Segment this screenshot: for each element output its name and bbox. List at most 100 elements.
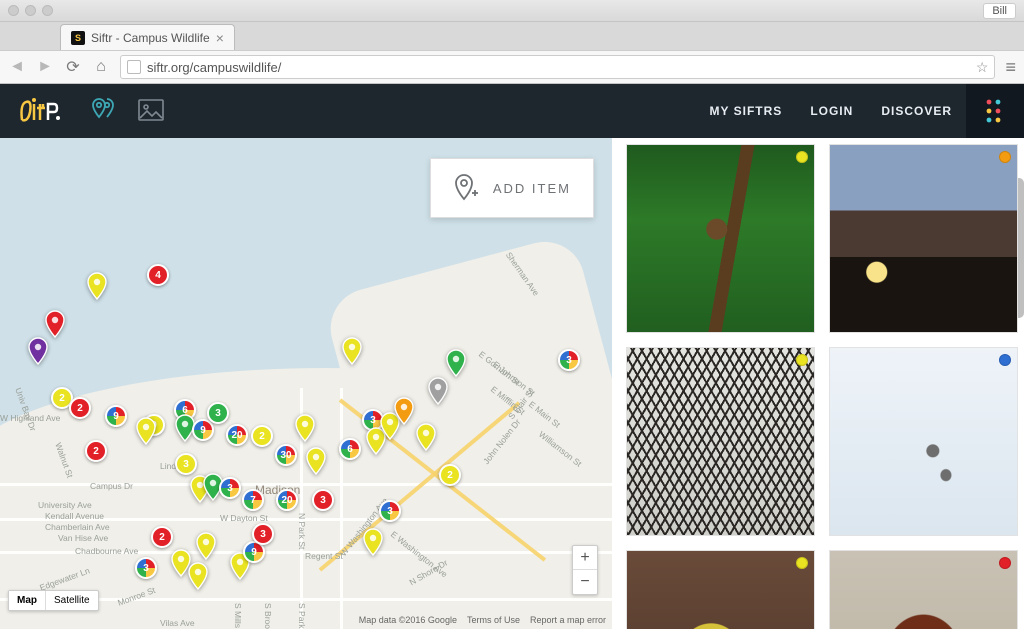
nav-discover[interactable]: DISCOVER [867,104,966,118]
map-cluster-marker[interactable]: 9 [192,419,214,441]
browser-tab[interactable]: S Siftr - Campus Wildlife × [60,24,235,50]
map-pin-marker[interactable] [305,447,327,475]
map-road [340,388,343,629]
map-cluster-marker[interactable]: 3 [207,402,229,424]
road-label: Vilas Ave [160,618,195,628]
map-pin-marker[interactable] [135,417,157,445]
tab-close-icon[interactable]: × [216,30,224,46]
road-label: N Park St [297,513,307,549]
map-cluster-marker[interactable]: 9 [105,405,127,427]
map-cluster-marker[interactable]: 2 [151,526,173,548]
add-item-label: ADD ITEM [493,181,571,196]
bookmark-icon[interactable]: ☆ [976,59,989,76]
map-cluster-marker[interactable]: 2 [85,440,107,462]
map-type-map[interactable]: Map [9,591,46,610]
map-cluster-marker[interactable]: 4 [147,264,169,286]
gallery-thumb-woolly-caterpillar[interactable] [829,550,1018,629]
map-pin-icon[interactable] [90,97,116,126]
road-label: W Dayton St [220,513,268,523]
map-cluster-marker[interactable]: 2 [251,425,273,447]
siftr-logo[interactable] [18,96,62,126]
profile-chip[interactable]: Bill [983,3,1016,19]
map-cluster-marker[interactable]: 2 [439,464,461,486]
map-cluster-marker[interactable]: 20 [226,424,248,446]
road-label: Chamberlain Ave [45,522,110,532]
map-pin-marker[interactable] [362,528,384,556]
header-nav: MY SIFTRS LOGIN DISCOVER [696,84,1024,138]
map-pin-marker[interactable] [187,562,209,590]
road-label: Regent St [305,551,343,561]
map-cluster-marker[interactable]: 3 [175,453,197,475]
gallery-thumb-hawk-on-branch[interactable] [626,144,815,333]
category-dot-icon [999,151,1011,163]
home-button[interactable]: ⌂ [92,58,110,76]
map-pane[interactable]: Madison Sherman Ave E Johnson St E Gorha… [0,138,612,629]
map-type-satellite[interactable]: Satellite [46,591,98,610]
gallery-grid [626,144,1018,629]
forward-button[interactable]: ► [36,58,54,76]
road-label: Chadbourne Ave [75,546,138,556]
maximize-window-icon[interactable] [42,5,53,16]
map-pin-marker[interactable] [445,349,467,377]
tab-title: Siftr - Campus Wildlife [91,31,210,45]
gallery-thumb-bare-branches-sky[interactable] [626,347,815,536]
map-pin-marker[interactable] [195,532,217,560]
close-window-icon[interactable] [8,5,19,16]
map-cluster-marker[interactable]: 3 [312,489,334,511]
gallery-thumb-bare-tree-dusk[interactable] [829,144,1018,333]
map-cluster-marker[interactable]: 7 [242,489,264,511]
map-cluster-marker[interactable]: 2 [69,397,91,419]
map-pin-marker[interactable] [393,397,415,425]
report-link[interactable]: Report a map error [530,615,606,625]
category-dot-icon [999,354,1011,366]
nav-login[interactable]: LOGIN [796,104,867,118]
terms-link[interactable]: Terms of Use [467,615,520,625]
map-cluster-marker[interactable]: 3 [135,557,157,579]
browser-menu-icon[interactable]: ≡ [1005,57,1016,78]
back-button[interactable]: ◄ [8,58,26,76]
zoom-in-button[interactable]: + [573,546,597,570]
main-content: Madison Sherman Ave E Johnson St E Gorha… [0,138,1024,629]
page-icon [127,60,141,74]
gallery-pane [612,138,1024,629]
tab-favicon-icon: S [71,31,85,45]
category-dot-icon [796,151,808,163]
app-header: MY SIFTRS LOGIN DISCOVER [0,84,1024,138]
browser-tabstrip: S Siftr - Campus Wildlife × [0,22,1024,50]
gallery-thumb-tracks-in-snow[interactable] [829,347,1018,536]
map-pin-marker[interactable] [341,337,363,365]
zoom-out-button[interactable]: − [573,570,597,594]
map-attribution: Map data ©2016 Google Terms of Use Repor… [359,615,606,625]
category-dot-icon [999,557,1011,569]
gallery-thumb-fish-on-bag[interactable] [626,550,815,629]
app-menu-icon[interactable] [966,84,1024,138]
map-cluster-marker[interactable]: 3 [558,349,580,371]
nav-my-siftrs[interactable]: MY SIFTRS [696,104,797,118]
map-pin-marker[interactable] [27,337,49,365]
map-type-control: Map Satellite [8,590,99,611]
road-label: S Mills St [233,603,243,629]
window-titlebar: Bill [0,0,1024,22]
minimize-window-icon[interactable] [25,5,36,16]
road-label: S Brooks St [263,603,273,629]
map-pin-marker[interactable] [44,310,66,338]
road-label: University Ave [38,500,92,510]
address-bar[interactable]: siftr.org/campuswildlife/ ☆ [120,55,995,79]
map-pin-marker[interactable] [86,272,108,300]
map-data-label: Map data ©2016 Google [359,615,457,625]
map-cluster-marker[interactable]: 3 [379,500,401,522]
category-dot-icon [796,557,808,569]
image-icon[interactable] [138,99,164,124]
map-cluster-marker[interactable]: 3 [219,477,241,499]
road-label: Campus Dr [90,481,133,491]
map-cluster-marker[interactable]: 20 [276,489,298,511]
map-pin-marker[interactable] [294,414,316,442]
zoom-control: + − [572,545,598,595]
map-cluster-marker[interactable]: 6 [339,438,361,460]
map-cluster-marker[interactable]: 3 [252,523,274,545]
reload-button[interactable]: ⟳ [64,57,82,77]
map-cluster-marker[interactable]: 30 [275,444,297,466]
map-pin-marker[interactable] [415,423,437,451]
add-item-button[interactable]: ADD ITEM [430,158,594,218]
map-pin-marker[interactable] [427,377,449,405]
